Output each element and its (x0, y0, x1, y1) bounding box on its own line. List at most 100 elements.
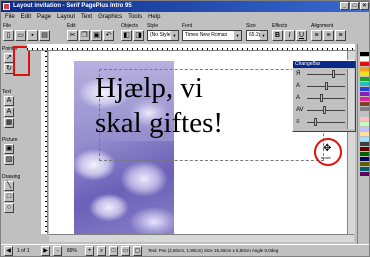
color-swatch[interactable] (360, 122, 369, 126)
new-file-icon[interactable]: ▯ (3, 30, 14, 41)
size-select[interactable]: 65.2p ▼ (246, 30, 268, 41)
status-bar: ◀ 1 of 1 ▶ - 89% + ⌕ □ ▭ ▢ Text: Pos (2,… (1, 244, 369, 256)
color-palette-strip (357, 44, 369, 244)
group-label-effects: Effects (272, 23, 288, 29)
table-icon[interactable]: ▦ (4, 118, 14, 128)
bold-button[interactable]: B (272, 30, 283, 41)
changebar-row[interactable]: Я (293, 68, 355, 80)
slider-thumb[interactable] (323, 106, 327, 114)
color-swatch[interactable] (360, 62, 369, 66)
color-swatch[interactable] (360, 142, 369, 146)
box-tool-icon[interactable]: □ (4, 192, 14, 202)
color-swatch[interactable] (360, 102, 369, 106)
app-window: Layout invitation - Serif PagePlus Intro… (0, 0, 370, 257)
group-label-style: Style (147, 23, 159, 29)
color-swatch[interactable] (360, 52, 369, 56)
color-swatch[interactable] (360, 82, 369, 86)
changebar-row[interactable]: A (293, 80, 355, 92)
slider-thumb[interactable] (325, 82, 328, 90)
view-page-icon[interactable]: □ (109, 246, 118, 256)
font-select[interactable]: Times New Roman ▼ (182, 30, 242, 41)
zoom-in-icon[interactable]: + (85, 246, 94, 256)
object-front-icon[interactable]: ◧ (121, 30, 132, 41)
close-button[interactable]: × (360, 2, 369, 10)
color-swatch[interactable] (360, 127, 369, 131)
group-label-file: File (3, 23, 12, 29)
paste-icon[interactable]: ▣ (91, 30, 102, 41)
view-spread-icon[interactable]: ▭ (121, 246, 130, 256)
menu-text[interactable]: Text (81, 12, 92, 22)
cursor-label: move (321, 155, 331, 160)
line-tool-icon[interactable]: ╲ (4, 181, 14, 191)
menu-graphics[interactable]: Graphics (98, 12, 122, 22)
menu-file[interactable]: File (5, 12, 15, 22)
vertical-ruler[interactable] (41, 51, 48, 234)
zoom-tool-icon[interactable]: ⌕ (97, 246, 106, 256)
color-swatch[interactable] (360, 157, 369, 161)
color-swatch[interactable] (360, 112, 369, 116)
slider-thumb[interactable] (332, 70, 336, 78)
palette-scrollbar[interactable] (347, 69, 354, 129)
zoom-out-icon[interactable]: - (53, 246, 62, 256)
horizontal-scrollbar[interactable] (49, 234, 354, 242)
menu-edit[interactable]: Edit (21, 12, 31, 22)
changebar-row[interactable]: A (293, 92, 355, 104)
row-icon: A (296, 95, 301, 101)
changebar-row[interactable]: AV (293, 104, 355, 116)
picture-frame-icon[interactable]: ▨ (4, 155, 14, 165)
page-indicator: 1 of 1 (17, 248, 30, 254)
print-icon[interactable]: ▤ (39, 30, 50, 41)
text-label: Text (2, 89, 12, 95)
minimize-button[interactable]: _ (340, 2, 349, 10)
color-swatch[interactable] (360, 92, 369, 96)
prev-page-icon[interactable]: ◀ (4, 246, 13, 256)
color-swatch[interactable] (360, 72, 369, 76)
color-swatch[interactable] (360, 152, 369, 156)
menu-layout[interactable]: Layout (57, 12, 75, 22)
copy-icon[interactable]: ❐ (79, 30, 90, 41)
menu-page[interactable]: Page (37, 12, 51, 22)
align-left-icon[interactable]: ≡ (311, 30, 322, 41)
color-swatch[interactable] (360, 57, 369, 61)
color-swatch[interactable] (360, 162, 369, 166)
next-page-icon[interactable]: ▶ (41, 246, 50, 256)
italic-button[interactable]: I (284, 30, 295, 41)
undo-icon[interactable]: ↶ (103, 30, 114, 41)
changebar-palette: ChangeBar Я A A AV ≡ (292, 60, 356, 132)
color-swatch[interactable] (360, 107, 369, 111)
object-back-icon[interactable]: ◨ (133, 30, 144, 41)
zoom-level[interactable]: 89% (67, 246, 77, 256)
color-swatch[interactable] (360, 117, 369, 121)
color-swatch[interactable] (360, 97, 369, 101)
save-icon[interactable]: ▪ (27, 30, 38, 41)
color-swatch[interactable] (360, 137, 369, 141)
changebar-row[interactable]: ≡ (293, 116, 355, 128)
move-cursor-icon: ✥ (323, 143, 332, 154)
color-swatch[interactable] (360, 67, 369, 71)
align-right-icon[interactable]: ≡ (335, 30, 346, 41)
underline-button[interactable]: U (296, 30, 307, 41)
style-select[interactable]: (No Style) ▼ (147, 30, 179, 41)
horizontal-ruler[interactable] (27, 44, 355, 51)
headline-text[interactable]: Hjælp, vi skal giftes! (95, 71, 325, 141)
maximize-button[interactable]: □ (350, 2, 359, 10)
color-swatch[interactable] (360, 147, 369, 151)
row-icon: ≡ (296, 119, 300, 125)
cut-icon[interactable]: ✂ (67, 30, 78, 41)
import-picture-icon[interactable]: ▣ (4, 144, 14, 154)
menu-tools[interactable]: Tools (128, 12, 142, 22)
ellipse-tool-icon[interactable]: ○ (4, 203, 14, 213)
color-swatch[interactable] (360, 87, 369, 91)
text-frame-icon[interactable]: A (4, 107, 14, 117)
view-full-icon[interactable]: ▢ (133, 246, 142, 256)
slider-thumb[interactable] (319, 94, 323, 102)
align-center-icon[interactable]: ≡ (323, 30, 334, 41)
menu-help[interactable]: Help (148, 12, 160, 22)
slider-thumb[interactable] (314, 118, 318, 126)
color-swatch[interactable] (360, 132, 369, 136)
artistic-text-icon[interactable]: A (4, 96, 14, 106)
color-swatch[interactable] (360, 167, 369, 171)
color-swatch[interactable] (360, 77, 369, 81)
open-folder-icon[interactable]: ▭ (15, 30, 26, 41)
color-swatch[interactable] (360, 172, 369, 176)
